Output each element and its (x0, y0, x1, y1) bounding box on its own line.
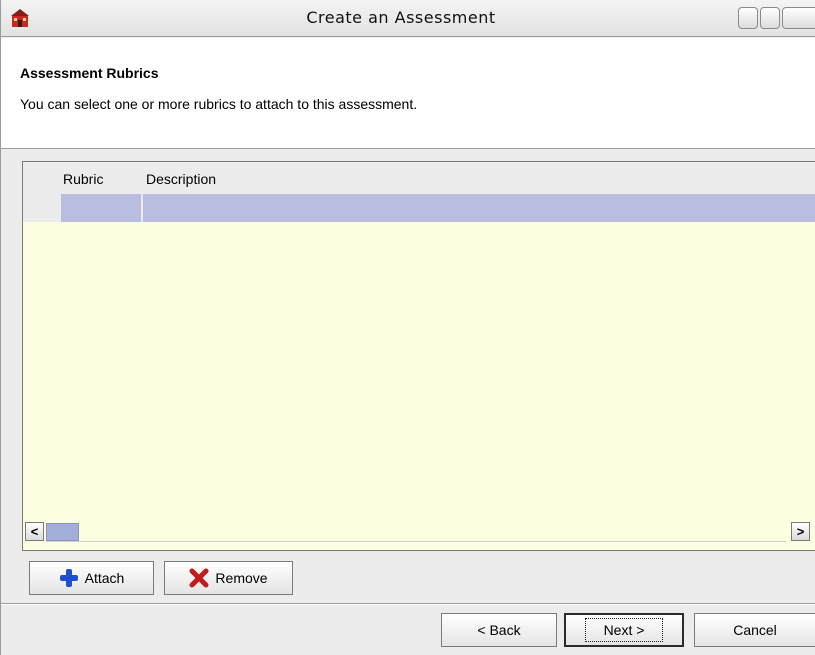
remove-label: Remove (215, 570, 268, 586)
assessment-dialog: Create an Assessment Assessment Rubrics … (0, 0, 815, 655)
table-cell-rubric[interactable] (61, 194, 141, 222)
page-title: Assessment Rubrics (20, 65, 159, 81)
plus-icon (59, 569, 78, 587)
table-cell-description[interactable] (143, 194, 815, 222)
scrollbar-track[interactable] (46, 541, 786, 542)
next-button[interactable]: Next > (564, 613, 684, 647)
footer-divider-highlight (1, 604, 815, 605)
title-bar[interactable]: Create an Assessment (1, 0, 815, 37)
table-row-selected[interactable] (23, 194, 815, 222)
chevron-left-icon[interactable]: < (25, 522, 44, 541)
chevron-right-icon[interactable]: > (791, 522, 810, 541)
rubric-table[interactable]: Rubric Description < > (22, 161, 815, 551)
schoolhouse-icon (11, 9, 29, 27)
cancel-label: Cancel (733, 622, 777, 638)
column-header-description[interactable]: Description (146, 171, 216, 187)
close-button[interactable] (782, 7, 815, 29)
next-label: Next > (584, 618, 664, 642)
table-body[interactable] (23, 222, 815, 518)
maximize-button[interactable] (760, 7, 780, 29)
column-header-rubric[interactable]: Rubric (63, 171, 103, 187)
page-description: You can select one or more rubrics to at… (20, 96, 418, 112)
remove-button[interactable]: Remove (164, 561, 293, 595)
window-title: Create an Assessment (306, 8, 496, 27)
scrollbar-thumb[interactable] (46, 523, 79, 541)
minimize-button[interactable] (738, 7, 758, 29)
attach-label: Attach (84, 570, 125, 586)
cancel-button[interactable]: Cancel (694, 613, 815, 647)
header-panel: Assessment Rubrics You can select one or… (1, 38, 815, 149)
back-button[interactable]: < Back (441, 613, 557, 647)
back-label: < Back (477, 622, 521, 638)
horizontal-scrollbar[interactable]: < > (23, 520, 815, 550)
x-icon (189, 568, 209, 588)
table-header: Rubric Description (23, 162, 815, 194)
attach-button[interactable]: Attach (29, 561, 154, 595)
